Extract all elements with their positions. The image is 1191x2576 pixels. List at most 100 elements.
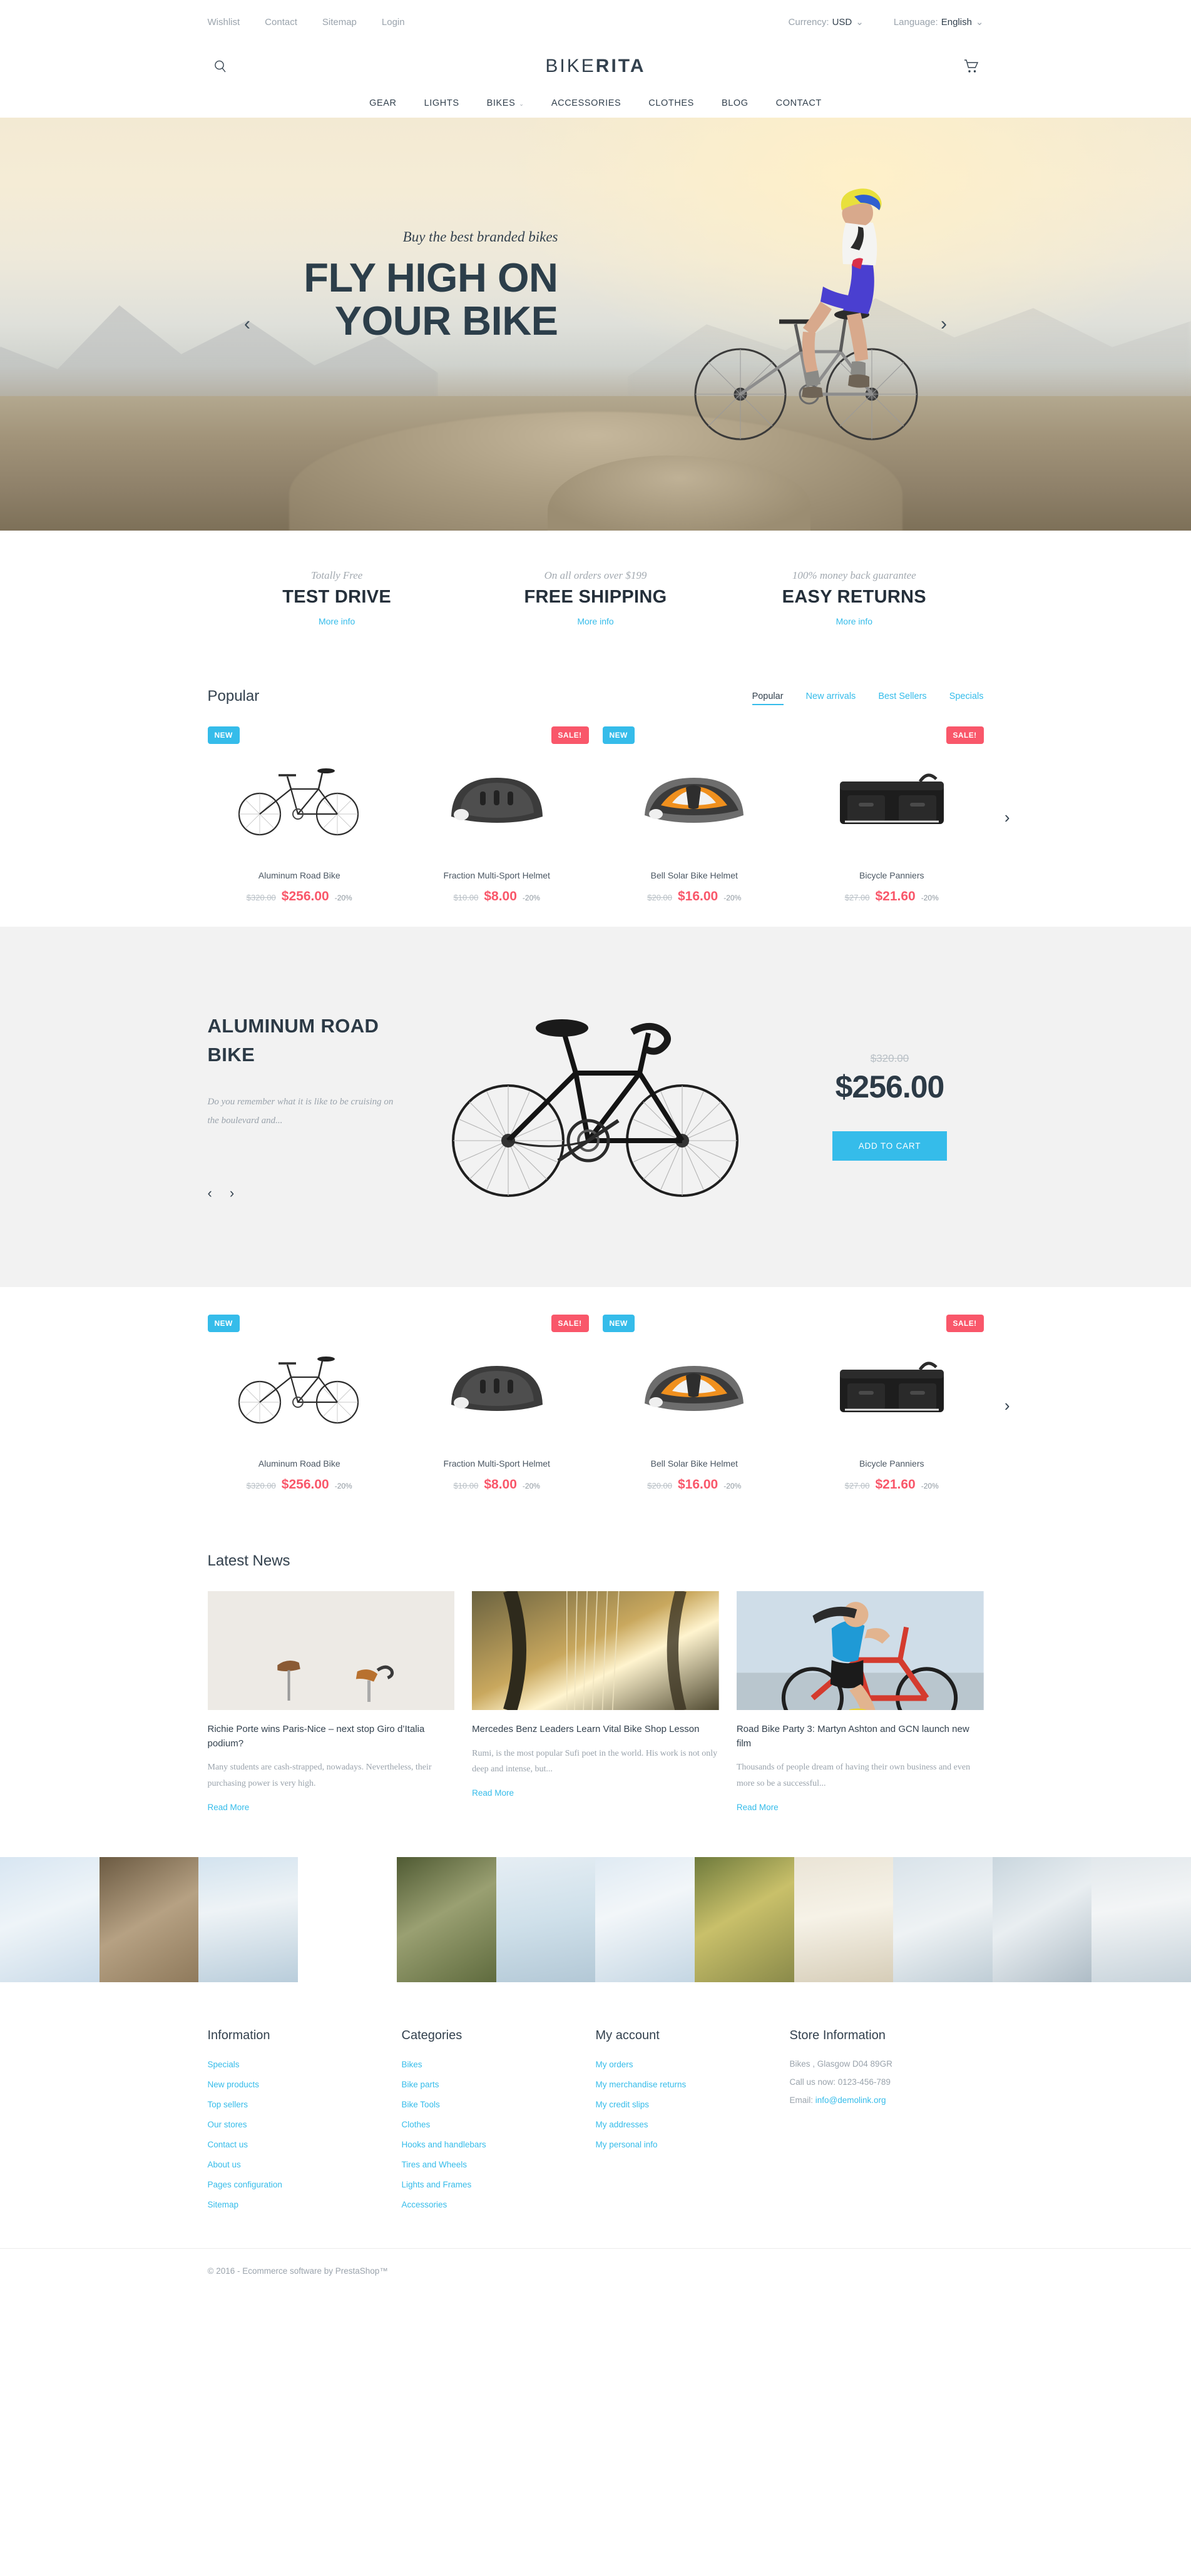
product-card[interactable]: NEW Bell Solar Bike Helmet $20.00 $16.00… bbox=[602, 726, 787, 904]
product-name: Aluminum Road Bike bbox=[258, 870, 340, 880]
hero-next-arrow[interactable]: › bbox=[941, 313, 947, 335]
news-image[interactable] bbox=[207, 1591, 455, 1710]
footer-link-lights-and-frames[interactable]: Lights and Frames bbox=[402, 2180, 472, 2189]
footer-link-top-sellers[interactable]: Top sellers bbox=[208, 2100, 248, 2109]
gallery-photo[interactable] bbox=[397, 1856, 496, 1982]
gallery-photo[interactable] bbox=[1091, 1856, 1191, 1982]
popular-next-arrow[interactable]: › bbox=[1004, 808, 1010, 827]
footer-link-accessories[interactable]: Accessories bbox=[402, 2200, 447, 2209]
language-selector[interactable]: Language: English ⌄ bbox=[894, 16, 984, 28]
list-item: Pages configuration bbox=[208, 2179, 402, 2191]
gallery-photo[interactable] bbox=[298, 1857, 397, 1982]
list-item: Accessories bbox=[402, 2199, 596, 2211]
news-heading: Latest News bbox=[207, 1552, 290, 1569]
top-link-wishlist[interactable]: Wishlist bbox=[208, 17, 240, 28]
service-more-info-link[interactable]: More info bbox=[319, 616, 355, 626]
nav-link-clothes[interactable]: CLOTHES bbox=[648, 98, 694, 108]
footer-link-sitemap[interactable]: Sitemap bbox=[208, 2200, 239, 2209]
product-old-price: $20.00 bbox=[647, 1481, 672, 1490]
list-item: Lights and Frames bbox=[402, 2179, 596, 2191]
product-card[interactable]: SALE! Bicycle Panniers $27.00 $21.60 -20… bbox=[800, 726, 984, 904]
service-more-info-link[interactable]: More info bbox=[836, 616, 872, 626]
nav-link-accessories[interactable]: ACCESSORIES bbox=[551, 98, 621, 108]
footer-link-bike-tools[interactable]: Bike Tools bbox=[402, 2100, 440, 2109]
gallery-photo[interactable] bbox=[992, 1856, 1092, 1982]
top-link-contact[interactable]: Contact bbox=[265, 17, 297, 28]
nav-item-lights[interactable]: LIGHTS bbox=[424, 98, 459, 109]
tab-specials[interactable]: Specials bbox=[949, 691, 984, 705]
cart-icon[interactable] bbox=[959, 54, 984, 79]
news-image[interactable] bbox=[736, 1591, 984, 1710]
product-card[interactable]: NEW Aluminum Road Bike $320.00 $256.00 -… bbox=[207, 1315, 392, 1492]
footer-link-my-merchandise-returns[interactable]: My merchandise returns bbox=[596, 2080, 687, 2089]
product-prices: $320.00 $256.00 -20% bbox=[208, 889, 392, 904]
nav-item-contact[interactable]: CONTACT bbox=[776, 98, 822, 109]
news-image[interactable] bbox=[472, 1591, 719, 1710]
product-card[interactable]: SALE! Bicycle Panniers $27.00 $21.60 -20… bbox=[800, 1315, 984, 1492]
footer-link-clothes[interactable]: Clothes bbox=[402, 2120, 431, 2129]
currency-selector[interactable]: Currency: USD ⌄ bbox=[789, 16, 864, 28]
currency-label: Currency: bbox=[788, 17, 829, 28]
product-card[interactable]: SALE! Fraction Multi-Sport Helmet $10.00 bbox=[405, 1315, 589, 1492]
store-email-link[interactable]: info@demolink.org bbox=[815, 2095, 886, 2105]
footer-link-bikes[interactable]: Bikes bbox=[402, 2060, 422, 2069]
footer-link-bike-parts[interactable]: Bike parts bbox=[402, 2080, 439, 2089]
footer-link-our-stores[interactable]: Our stores bbox=[208, 2120, 247, 2129]
footer-link-my-orders[interactable]: My orders bbox=[596, 2060, 633, 2069]
news-read-more-link[interactable]: Read More bbox=[737, 1803, 779, 1812]
news-read-more-link[interactable]: Read More bbox=[208, 1803, 250, 1812]
footer-link-new-products[interactable]: New products bbox=[208, 2080, 260, 2089]
news-title[interactable]: Road Bike Party 3: Martyn Ashton and GCN… bbox=[737, 1723, 984, 1751]
nav-item-bikes[interactable]: BIKES ⌄ bbox=[487, 98, 524, 109]
footer-link-hooks-and-handlebars[interactable]: Hooks and handlebars bbox=[402, 2140, 486, 2149]
gallery-photo[interactable] bbox=[496, 1856, 596, 1982]
site-logo[interactable]: BIKERITA bbox=[233, 56, 959, 77]
footer-link-specials[interactable]: Specials bbox=[208, 2060, 240, 2069]
footer-link-my-addresses[interactable]: My addresses bbox=[596, 2120, 648, 2129]
badge-new: NEW bbox=[207, 1315, 240, 1332]
gallery-photo[interactable] bbox=[893, 1856, 993, 1982]
product-card[interactable]: NEW Aluminum Road Bike $320.00 $256.00 -… bbox=[207, 726, 392, 904]
add-to-cart-button[interactable]: ADD TO CART bbox=[832, 1131, 948, 1161]
hero-subtitle: Buy the best branded bikes bbox=[402, 229, 558, 245]
tab-best-sellers[interactable]: Best Sellers bbox=[878, 691, 926, 705]
spotlight-next-arrow[interactable]: › bbox=[230, 1185, 234, 1201]
nav-item-clothes[interactable]: CLOTHES bbox=[648, 98, 694, 109]
secondary-next-arrow[interactable]: › bbox=[1004, 1396, 1010, 1415]
product-card[interactable]: SALE! Fraction Multi-Sport Helmet $10.00 bbox=[405, 726, 589, 904]
spotlight-prev-arrow[interactable]: ‹ bbox=[208, 1185, 212, 1201]
top-link-sitemap[interactable]: Sitemap bbox=[322, 17, 357, 28]
gallery-photo[interactable] bbox=[99, 1856, 199, 1982]
nav-link-contact[interactable]: CONTACT bbox=[776, 98, 822, 108]
top-link-login[interactable]: Login bbox=[382, 17, 405, 28]
product-card[interactable]: NEW Bell Solar Bike Helmet $20.00 $16.00… bbox=[602, 1315, 787, 1492]
service-subtitle: On all orders over $199 bbox=[544, 569, 647, 581]
hero-prev-arrow[interactable]: ‹ bbox=[244, 313, 250, 335]
news-title[interactable]: Richie Porte wins Paris-Nice – next stop… bbox=[208, 1723, 455, 1751]
news-title[interactable]: Mercedes Benz Leaders Learn Vital Bike S… bbox=[472, 1723, 719, 1737]
nav-link-bikes[interactable]: BIKES bbox=[487, 98, 516, 108]
nav-item-gear[interactable]: GEAR bbox=[369, 98, 397, 109]
footer-link-contact-us[interactable]: Contact us bbox=[208, 2140, 248, 2149]
tab-new-arrivals[interactable]: New arrivals bbox=[806, 691, 856, 705]
nav-item-accessories[interactable]: ACCESSORIES bbox=[551, 98, 621, 109]
news-read-more-link[interactable]: Read More bbox=[472, 1788, 514, 1798]
gallery-photo[interactable] bbox=[0, 1856, 100, 1982]
gallery-photo[interactable] bbox=[198, 1856, 298, 1982]
gallery-photo[interactable] bbox=[595, 1856, 695, 1982]
service-more-info-link[interactable]: More info bbox=[577, 616, 613, 626]
footer-link-pages-configuration[interactable]: Pages configuration bbox=[208, 2180, 282, 2189]
nav-link-gear[interactable]: GEAR bbox=[369, 98, 397, 108]
gallery-photo[interactable] bbox=[794, 1856, 894, 1982]
footer-link-about-us[interactable]: About us bbox=[208, 2160, 241, 2169]
nav-item-blog[interactable]: BLOG bbox=[722, 98, 749, 109]
footer-column-my-account: My account My orders My merchandise retu… bbox=[596, 2029, 790, 2219]
gallery-photo[interactable] bbox=[695, 1856, 794, 1982]
tab-popular[interactable]: Popular bbox=[752, 691, 784, 705]
nav-link-blog[interactable]: BLOG bbox=[722, 98, 749, 108]
footer-link-my-credit-slips[interactable]: My credit slips bbox=[596, 2100, 650, 2109]
search-icon[interactable] bbox=[208, 54, 233, 79]
nav-link-lights[interactable]: LIGHTS bbox=[424, 98, 459, 108]
footer-link-my-personal-info[interactable]: My personal info bbox=[596, 2140, 658, 2149]
footer-link-tires-and-wheels[interactable]: Tires and Wheels bbox=[402, 2160, 468, 2169]
